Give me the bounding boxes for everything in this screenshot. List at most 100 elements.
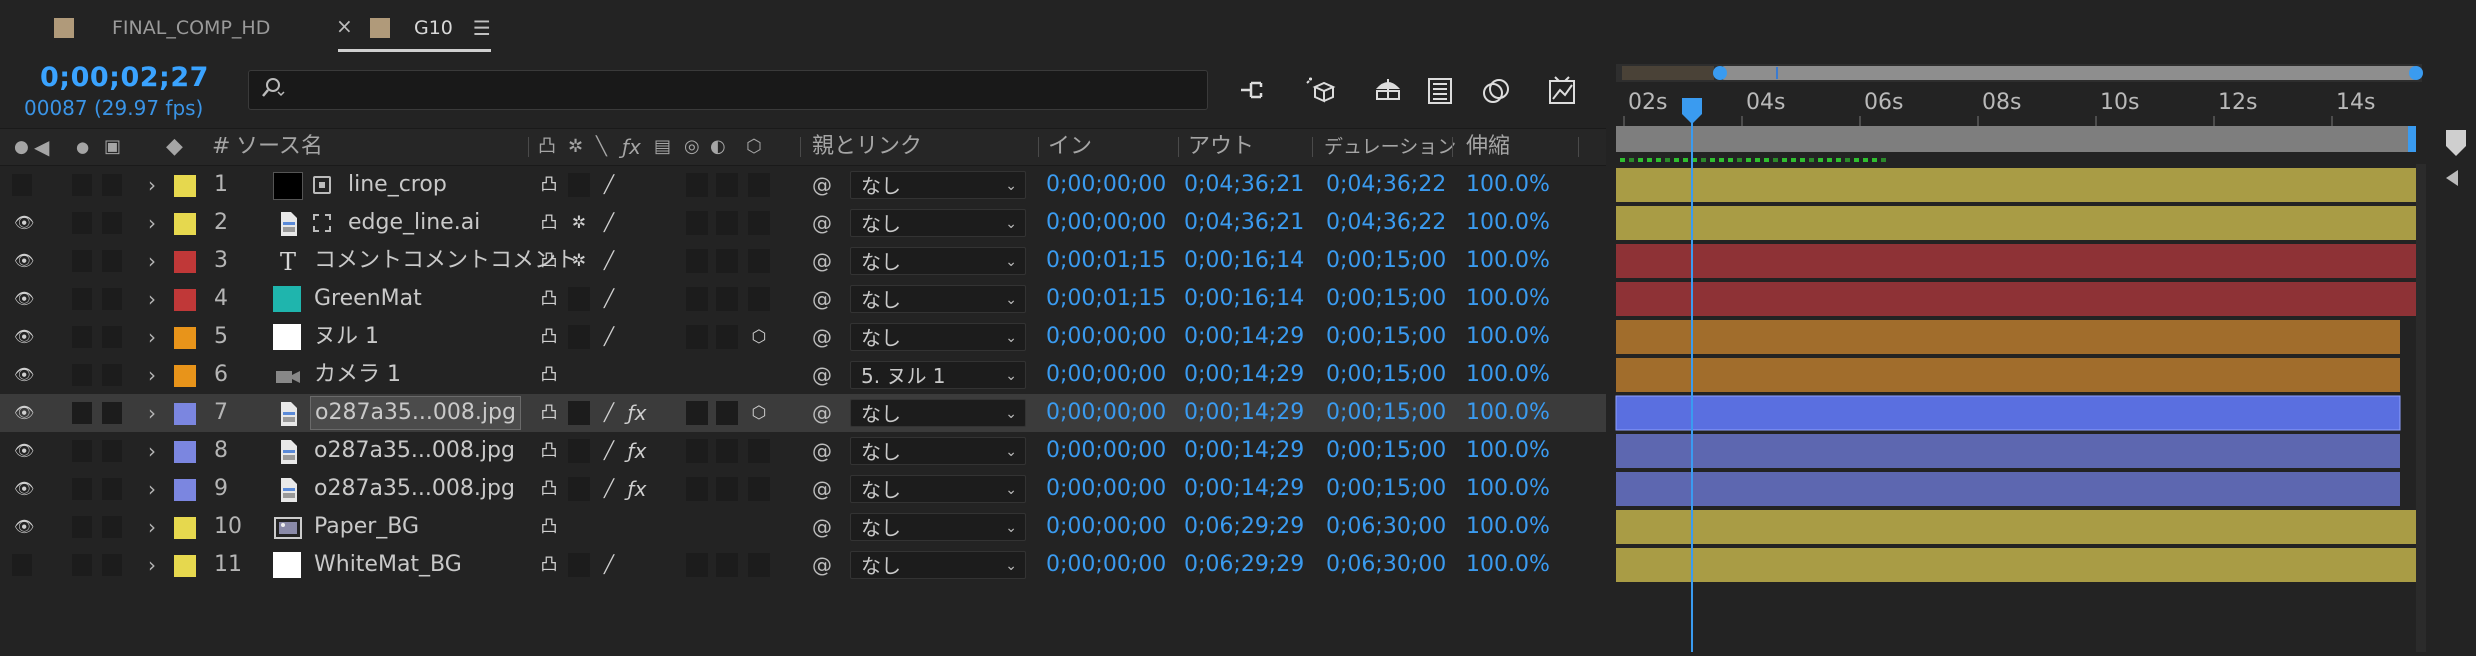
- layer-name[interactable]: ヌル 1: [314, 318, 379, 356]
- comp-flowchart-icon[interactable]: [1300, 70, 1340, 110]
- parent-link-column-header[interactable]: 親とリンク: [812, 129, 922, 165]
- quality-switch-icon[interactable]: ╱: [596, 400, 622, 426]
- tab-g10[interactable]: G10 ☰: [338, 10, 491, 52]
- tab-final-comp-hd[interactable]: FINAL_COMP_HD: [54, 10, 270, 46]
- label-color-swatch[interactable]: [174, 517, 196, 539]
- quality-switch-icon[interactable]: ╱: [596, 476, 622, 502]
- number-column-header[interactable]: #: [212, 129, 230, 165]
- expand-chevron-icon[interactable]: ›: [148, 166, 156, 204]
- layer-row[interactable]: 👁 › 10 Paper_BG 凸 @ なし ⌄ 0;00;00;00 0;06;…: [0, 508, 1606, 546]
- switch-empty[interactable]: [568, 325, 590, 349]
- stretch[interactable]: 100.0%: [1466, 166, 1550, 204]
- in-point[interactable]: 0;00;01;15: [1046, 280, 1166, 318]
- switch-empty[interactable]: [568, 553, 590, 577]
- switch-empty[interactable]: [716, 325, 738, 349]
- stretch[interactable]: 100.0%: [1466, 432, 1550, 470]
- expand-chevron-icon[interactable]: ›: [148, 394, 156, 432]
- pick-whip-icon[interactable]: @: [812, 166, 832, 204]
- stretch[interactable]: 100.0%: [1466, 508, 1550, 546]
- eye-icon[interactable]: 👁: [14, 441, 34, 460]
- parent-dropdown[interactable]: なし ⌄: [850, 399, 1026, 427]
- stretch[interactable]: 100.0%: [1466, 204, 1550, 242]
- switch-empty[interactable]: [686, 249, 708, 273]
- adjustment-switch-icon[interactable]: ◐: [710, 129, 726, 165]
- expand-chevron-icon[interactable]: ›: [148, 318, 156, 356]
- stretch[interactable]: 100.0%: [1466, 242, 1550, 280]
- in-point[interactable]: 0;00;00;00: [1046, 204, 1166, 242]
- expand-chevron-icon[interactable]: ›: [148, 204, 156, 242]
- expand-chevron-icon[interactable]: ›: [148, 508, 156, 546]
- source-name-column-header[interactable]: ソース名: [236, 129, 323, 165]
- quality-switch-icon[interactable]: ╱: [596, 552, 622, 578]
- lock-icon[interactable]: ▣: [104, 129, 121, 165]
- switch-empty[interactable]: [716, 477, 738, 501]
- pick-whip-icon[interactable]: @: [812, 394, 832, 432]
- lock-switch[interactable]: [102, 174, 122, 196]
- layer-name[interactable]: o287a35...008.jpg: [314, 470, 515, 508]
- fx-icon[interactable]: ƒx: [624, 438, 650, 464]
- in-point[interactable]: 0;00;00;00: [1046, 356, 1166, 394]
- duration[interactable]: 0;00;15;00: [1326, 394, 1446, 432]
- switch-empty[interactable]: [748, 287, 770, 311]
- column-divider[interactable]: [1578, 137, 1579, 157]
- duration-column-header[interactable]: デュレーション: [1324, 129, 1456, 165]
- layer-row[interactable]: 👁 › 7 o287a35...008.jpg 凸 ╱ ƒx ⬡ @ なし ⌄ 0;00…: [0, 394, 1606, 432]
- duration[interactable]: 0;04;36;22: [1326, 166, 1446, 204]
- out-point[interactable]: 0;00;14;29: [1184, 470, 1304, 508]
- shy-switch-icon[interactable]: 凸: [536, 286, 562, 312]
- column-divider[interactable]: [1178, 137, 1179, 157]
- draft-3d-icon[interactable]: [1234, 70, 1274, 110]
- timeline-graph[interactable]: 02s 04s 06s 08s 10s 12s 14s: [1608, 60, 2476, 652]
- current-timecode[interactable]: 0;00;02;27: [40, 62, 209, 93]
- switch-empty[interactable]: [748, 439, 770, 463]
- solo-switch[interactable]: [72, 364, 92, 386]
- out-point[interactable]: 0;04;36;21: [1184, 166, 1304, 204]
- label-color-swatch[interactable]: [174, 289, 196, 311]
- solo-switch[interactable]: [72, 326, 92, 348]
- close-icon[interactable]: ×: [336, 14, 353, 38]
- quality-switch-icon[interactable]: ╱: [596, 210, 622, 236]
- layer-name[interactable]: Paper_BG: [314, 508, 419, 546]
- expand-chevron-icon[interactable]: ›: [148, 356, 156, 394]
- shy-switch-icon[interactable]: 凸: [538, 129, 556, 165]
- column-divider[interactable]: [528, 137, 529, 157]
- parent-dropdown[interactable]: なし ⌄: [850, 171, 1026, 199]
- layer-name[interactable]: line_crop: [348, 166, 447, 204]
- out-point[interactable]: 0;06;29;29: [1184, 546, 1304, 584]
- solo-switch[interactable]: [72, 440, 92, 462]
- out-point[interactable]: 0;00;14;29: [1184, 318, 1304, 356]
- in-point[interactable]: 0;00;00;00: [1046, 546, 1166, 584]
- shy-toggle-icon[interactable]: [1368, 70, 1408, 110]
- out-point[interactable]: 0;00;16;14: [1184, 242, 1304, 280]
- parent-dropdown[interactable]: なし ⌄: [850, 551, 1026, 579]
- quality-switch-icon[interactable]: ╱: [596, 172, 622, 198]
- shy-switch-icon[interactable]: 凸: [536, 514, 562, 540]
- stretch[interactable]: 100.0%: [1466, 318, 1550, 356]
- column-divider[interactable]: [1452, 137, 1453, 157]
- lock-switch[interactable]: [102, 478, 122, 500]
- parent-dropdown[interactable]: なし ⌄: [850, 247, 1026, 275]
- shy-switch-icon[interactable]: 凸: [536, 476, 562, 502]
- layer-row[interactable]: 👁 › 2 edge_line.ai 凸 ✲ ╱ @ なし ⌄ 0;00;00;00 …: [0, 204, 1606, 242]
- audio-icon[interactable]: ◀: [34, 129, 49, 165]
- parent-dropdown[interactable]: なし ⌄: [850, 209, 1026, 237]
- duration[interactable]: 0;00;15;00: [1326, 356, 1446, 394]
- switch-empty[interactable]: [716, 439, 738, 463]
- switch-empty[interactable]: [716, 211, 738, 235]
- out-point[interactable]: 0;00;14;29: [1184, 432, 1304, 470]
- in-point[interactable]: 0;00;00;00: [1046, 166, 1166, 204]
- switch-empty[interactable]: [716, 249, 738, 273]
- switch-empty[interactable]: [716, 173, 738, 197]
- layer-row[interactable]: 👁 › 9 o287a35...008.jpg 凸 ╱ ƒx @ なし ⌄ 0;00;…: [0, 470, 1606, 508]
- layer-row[interactable]: 👁 › 4 GreenMat 凸 ╱ @ なし ⌄ 0;00;01;15 0;00;…: [0, 280, 1606, 318]
- parent-dropdown[interactable]: なし ⌄: [850, 437, 1026, 465]
- label-color-swatch[interactable]: [174, 327, 196, 349]
- column-divider[interactable]: [800, 137, 801, 157]
- duration[interactable]: 0;06;30;00: [1326, 546, 1446, 584]
- switch-empty[interactable]: [716, 287, 738, 311]
- fx-switch-icon[interactable]: ƒx: [622, 129, 641, 165]
- expand-chevron-icon[interactable]: ›: [148, 546, 156, 584]
- eye-icon[interactable]: 👁: [14, 365, 34, 384]
- switch-empty[interactable]: [748, 477, 770, 501]
- switch-empty[interactable]: [686, 439, 708, 463]
